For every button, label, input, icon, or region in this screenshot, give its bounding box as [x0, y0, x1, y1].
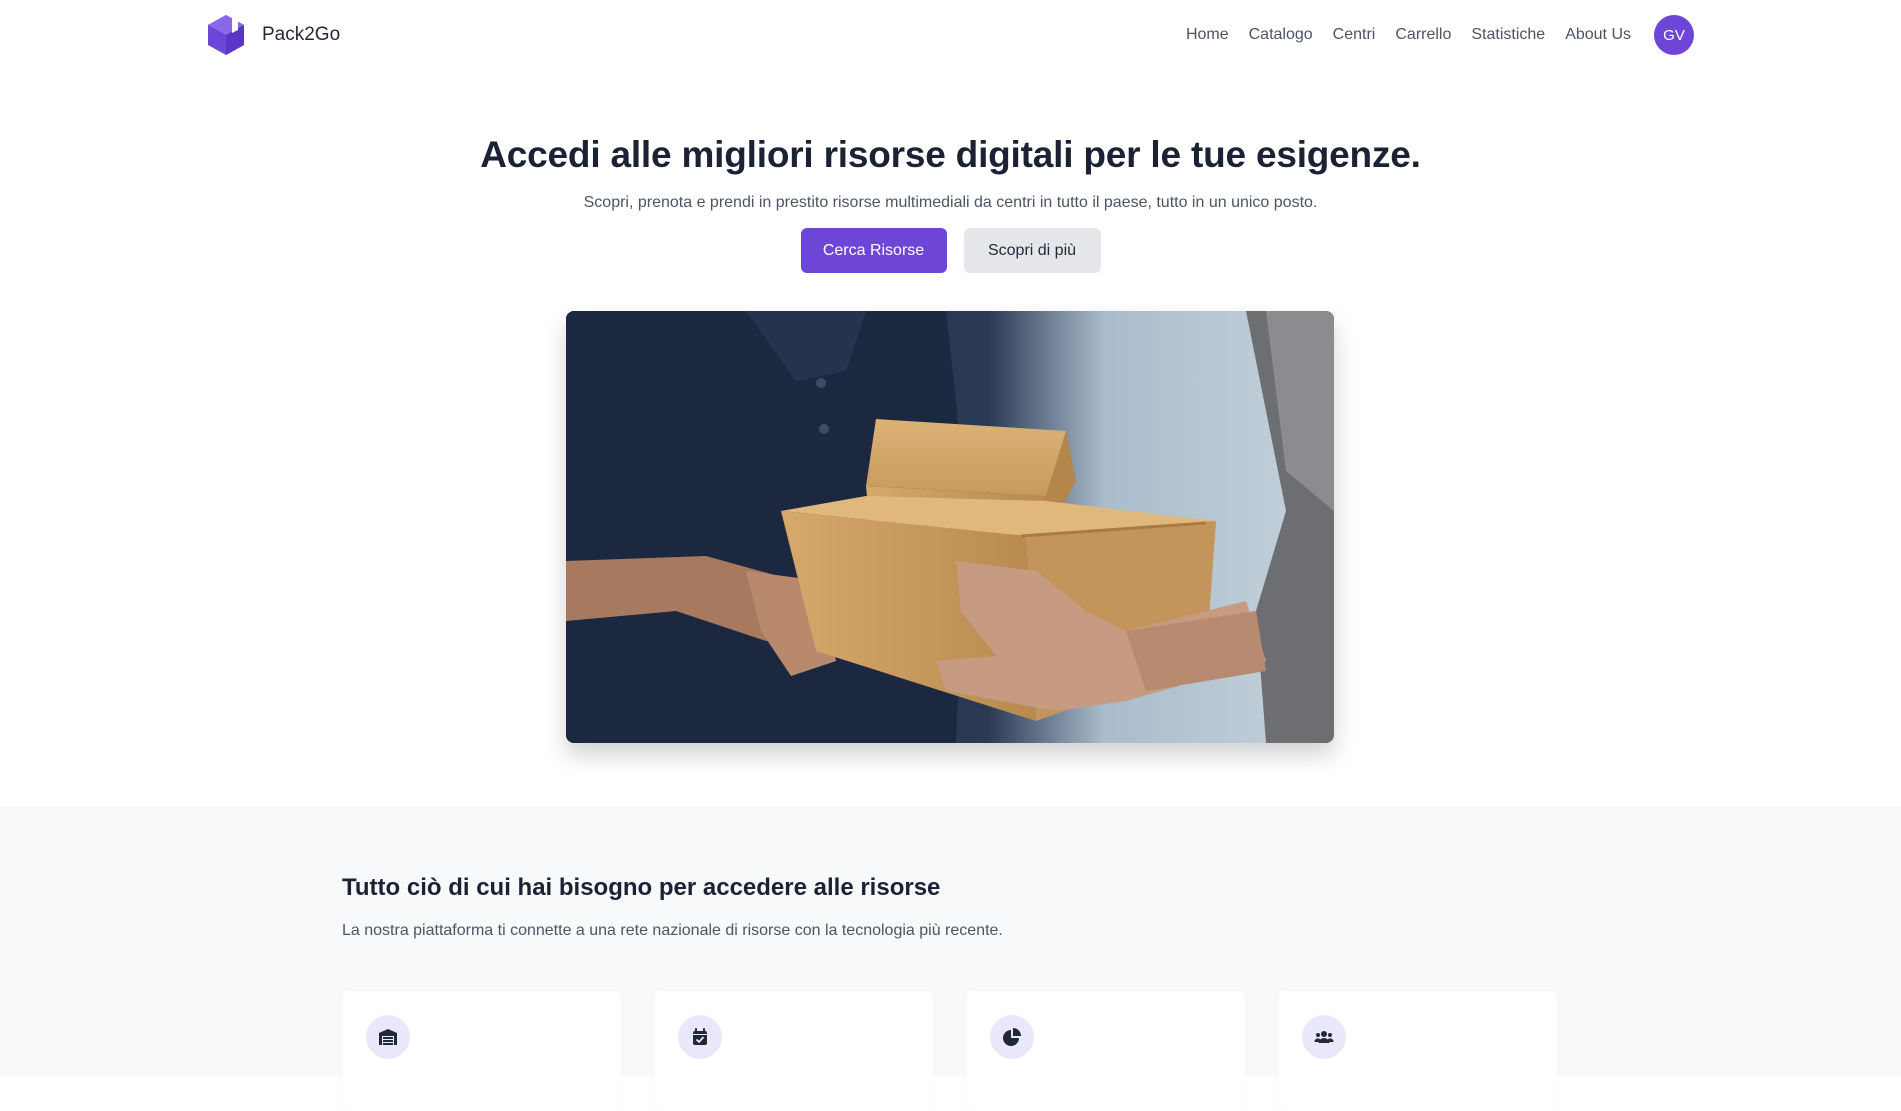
nav-link-about-us[interactable]: About Us	[1565, 26, 1631, 44]
feature-card	[1278, 991, 1557, 1111]
feature-card	[654, 991, 933, 1111]
hero-actions: Cerca Risorse Scopri di più	[0, 228, 1901, 273]
navbar: Pack2Go Home Catalogo Centri Carrello St…	[0, 0, 1901, 71]
main-nav: Home Catalogo Centri Carrello Statistich…	[1186, 15, 1694, 55]
feature-card	[342, 991, 621, 1111]
features-title: Tutto ciò di cui hai bisogno per acceder…	[342, 874, 941, 901]
feature-cards	[342, 991, 1557, 1111]
nav-link-statistiche[interactable]: Statistiche	[1471, 26, 1545, 44]
brand[interactable]: Pack2Go	[206, 14, 340, 56]
hero-title: Accedi alle migliori risorse digitali pe…	[480, 134, 1421, 175]
hexagon-box-icon	[208, 15, 244, 55]
delivery-boxes-illustration	[566, 311, 1334, 743]
brand-name: Pack2Go	[262, 24, 341, 45]
features-subtitle: La nostra piattaforma ti connette a una …	[342, 922, 1003, 939]
nav-link-centri[interactable]: Centri	[1333, 26, 1376, 44]
users-icon	[1314, 1031, 1334, 1043]
nav-link-catalogo[interactable]: Catalogo	[1249, 26, 1313, 44]
hero-subtitle: Scopri, prenota e prendi in prestito ris…	[583, 194, 1318, 211]
avatar[interactable]: GV	[1654, 15, 1694, 55]
calendar-check-icon	[693, 1028, 707, 1045]
nav-link-carrello[interactable]: Carrello	[1395, 26, 1451, 44]
features-section: Tutto ciò di cui hai bisogno per acceder…	[0, 806, 1901, 1111]
learn-more-button[interactable]: Scopri di più	[963, 228, 1101, 273]
pie-chart-icon	[1003, 1028, 1021, 1046]
nav-link-home[interactable]: Home	[1186, 26, 1229, 44]
search-resources-button[interactable]: Cerca Risorse	[800, 228, 947, 273]
feature-card	[966, 991, 1245, 1111]
hero-image	[566, 311, 1334, 743]
warehouse-icon	[379, 1029, 397, 1045]
